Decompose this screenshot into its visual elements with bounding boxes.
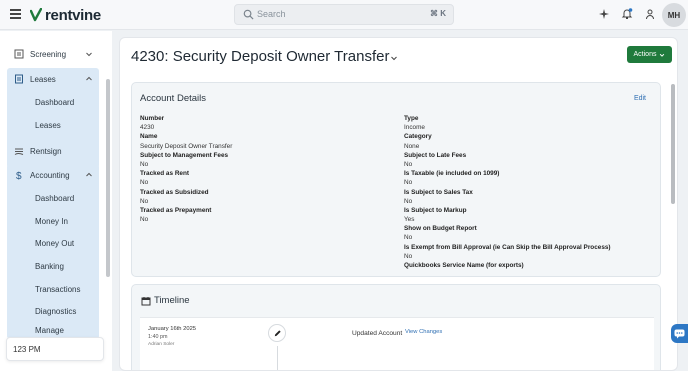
field-value: Security Deposit Owner Transfer bbox=[140, 142, 233, 150]
actions-button-label: Actions bbox=[633, 51, 657, 58]
chevron-down-icon bbox=[660, 53, 665, 57]
sidebar-subitem-leases-dashboard[interactable]: Dashboard bbox=[7, 92, 99, 112]
user-icon[interactable] bbox=[644, 8, 656, 20]
field-value: No bbox=[404, 179, 413, 187]
top-bar: rentvine Search ⌘ K MH bbox=[0, 0, 688, 30]
field-value: No bbox=[404, 252, 413, 260]
dollar-icon: $ bbox=[16, 171, 22, 180]
timeline-heading: Timeline bbox=[154, 295, 190, 306]
search-placeholder: Search bbox=[257, 9, 286, 19]
field-label: Subject to Late Fees bbox=[404, 151, 467, 159]
chevron-down-icon bbox=[86, 52, 92, 57]
sidebar-scrollbar[interactable] bbox=[106, 79, 110, 277]
field-label: Type bbox=[404, 115, 419, 122]
svg-text:$: $ bbox=[16, 171, 22, 180]
chevron-up-icon bbox=[86, 172, 92, 177]
screening-icon bbox=[14, 49, 24, 59]
search-icon bbox=[243, 9, 254, 20]
search-shortcut: ⌘ K bbox=[430, 9, 446, 18]
sidebar-item-label: Accounting bbox=[30, 170, 70, 180]
account-details-heading: Account Details bbox=[140, 93, 207, 104]
field-value: No bbox=[404, 234, 413, 242]
field-label: Quickbooks Service Name (for exports) bbox=[404, 262, 524, 269]
brand-name: rentvine bbox=[45, 6, 101, 24]
sidebar-item-label: Leases bbox=[30, 74, 56, 84]
sidebar-subitem-diagnostics[interactable]: Diagnostics bbox=[7, 301, 99, 321]
timeline-card: Timeline January 16th 2025 1:40 pm Adria… bbox=[131, 284, 661, 370]
notification-bell-icon[interactable] bbox=[621, 8, 633, 20]
field-value: Yes bbox=[404, 216, 415, 224]
sidebar-item-rentsign[interactable]: Rentsign bbox=[7, 140, 99, 162]
field-label: Is Exempt from Bill Approval (ie Can Ski… bbox=[404, 243, 611, 251]
sidebar-item-leases[interactable]: Leases bbox=[7, 68, 99, 90]
field-value: No bbox=[404, 197, 413, 205]
field-label: Category bbox=[404, 133, 432, 141]
field-label: Is Subject to Markup bbox=[404, 206, 467, 214]
field-value: No bbox=[140, 216, 149, 224]
chat-icon[interactable] bbox=[671, 324, 688, 343]
timeline-user: Adrian Soler bbox=[148, 342, 175, 347]
avatar[interactable]: MH bbox=[662, 3, 686, 27]
actions-button[interactable]: Actions bbox=[627, 46, 672, 63]
sidebar-item-accounting[interactable]: $ Accounting bbox=[7, 164, 99, 186]
sidebar-item-screening[interactable]: Screening bbox=[7, 43, 99, 65]
field-label: Is Taxable (ie included on 1099) bbox=[404, 170, 500, 178]
field-label: Tracked as Subsidized bbox=[140, 188, 209, 196]
field-label: Is Subject to Sales Tax bbox=[404, 188, 473, 196]
field-value: 4230 bbox=[140, 124, 155, 132]
sidebar-subitem-money-out[interactable]: Money Out bbox=[7, 233, 99, 253]
chevron-up-icon bbox=[86, 76, 92, 81]
timeline-connector bbox=[277, 346, 278, 370]
sidebar-bottom-field[interactable]: 123 PM bbox=[6, 337, 104, 361]
field-label: Subject to Management Fees bbox=[140, 151, 229, 159]
field-value: No bbox=[140, 160, 149, 168]
field-value: Income bbox=[404, 124, 425, 132]
account-details-card: Account Details Edit Number 4230 Name Se… bbox=[131, 82, 661, 277]
pencil-icon bbox=[268, 324, 286, 342]
sparkle-icon[interactable] bbox=[598, 8, 610, 20]
calendar-icon bbox=[141, 297, 151, 306]
timeline-action: Updated Account bbox=[352, 330, 403, 337]
field-value: None bbox=[404, 142, 420, 150]
chevron-down-icon[interactable] bbox=[390, 54, 398, 62]
sidebar-subitem-transactions[interactable]: Transactions bbox=[7, 279, 99, 299]
leases-icon bbox=[15, 74, 23, 84]
field-label: Name bbox=[140, 133, 158, 141]
field-value: No bbox=[140, 197, 149, 205]
view-changes-link[interactable]: View Changes bbox=[405, 329, 442, 335]
main-scrollbar[interactable] bbox=[671, 84, 675, 204]
timeline-date: January 16th 2025 bbox=[148, 326, 197, 332]
details-left-column: Number 4230 Name Security Deposit Owner … bbox=[140, 114, 232, 224]
main-panel: 4230: Security Deposit Owner Transfer Ac… bbox=[119, 37, 678, 371]
details-right-column: Type Income Category None Subject to Lat… bbox=[404, 114, 611, 270]
sidebar: Screening Leases Dashboard Leases Rentsi… bbox=[0, 31, 112, 371]
sidebar-subitem-money-in[interactable]: Money In bbox=[7, 211, 99, 231]
field-label: Tracked as Rent bbox=[140, 170, 190, 178]
sidebar-item-label: Screening bbox=[30, 49, 67, 59]
field-label: Tracked as Prepayment bbox=[140, 206, 212, 214]
menu-icon[interactable] bbox=[10, 9, 21, 19]
edit-link[interactable]: Edit bbox=[634, 95, 646, 102]
sidebar-subitem-accounting-dashboard[interactable]: Dashboard bbox=[7, 188, 99, 208]
search-input[interactable]: Search ⌘ K bbox=[234, 4, 454, 25]
page-title: 4230: Security Deposit Owner Transfer bbox=[131, 48, 390, 65]
sidebar-item-label: Rentsign bbox=[30, 146, 62, 156]
sidebar-subitem-manage[interactable]: Manage bbox=[7, 324, 99, 338]
timeline-time: 1:40 pm bbox=[148, 334, 168, 340]
brand-logo[interactable]: rentvine bbox=[30, 6, 101, 24]
field-label: Show on Budget Report bbox=[404, 225, 477, 233]
field-value: No bbox=[404, 160, 413, 168]
field-label: Number bbox=[140, 115, 165, 122]
sidebar-subitem-leases[interactable]: Leases bbox=[7, 115, 99, 135]
sidebar-subitem-banking[interactable]: Banking bbox=[7, 256, 99, 276]
timeline-entry: January 16th 2025 1:40 pm Adrian Soler U… bbox=[140, 317, 654, 370]
field-value: No bbox=[140, 179, 149, 187]
rentsign-icon bbox=[14, 148, 24, 155]
rentvine-logo-icon bbox=[30, 8, 42, 22]
